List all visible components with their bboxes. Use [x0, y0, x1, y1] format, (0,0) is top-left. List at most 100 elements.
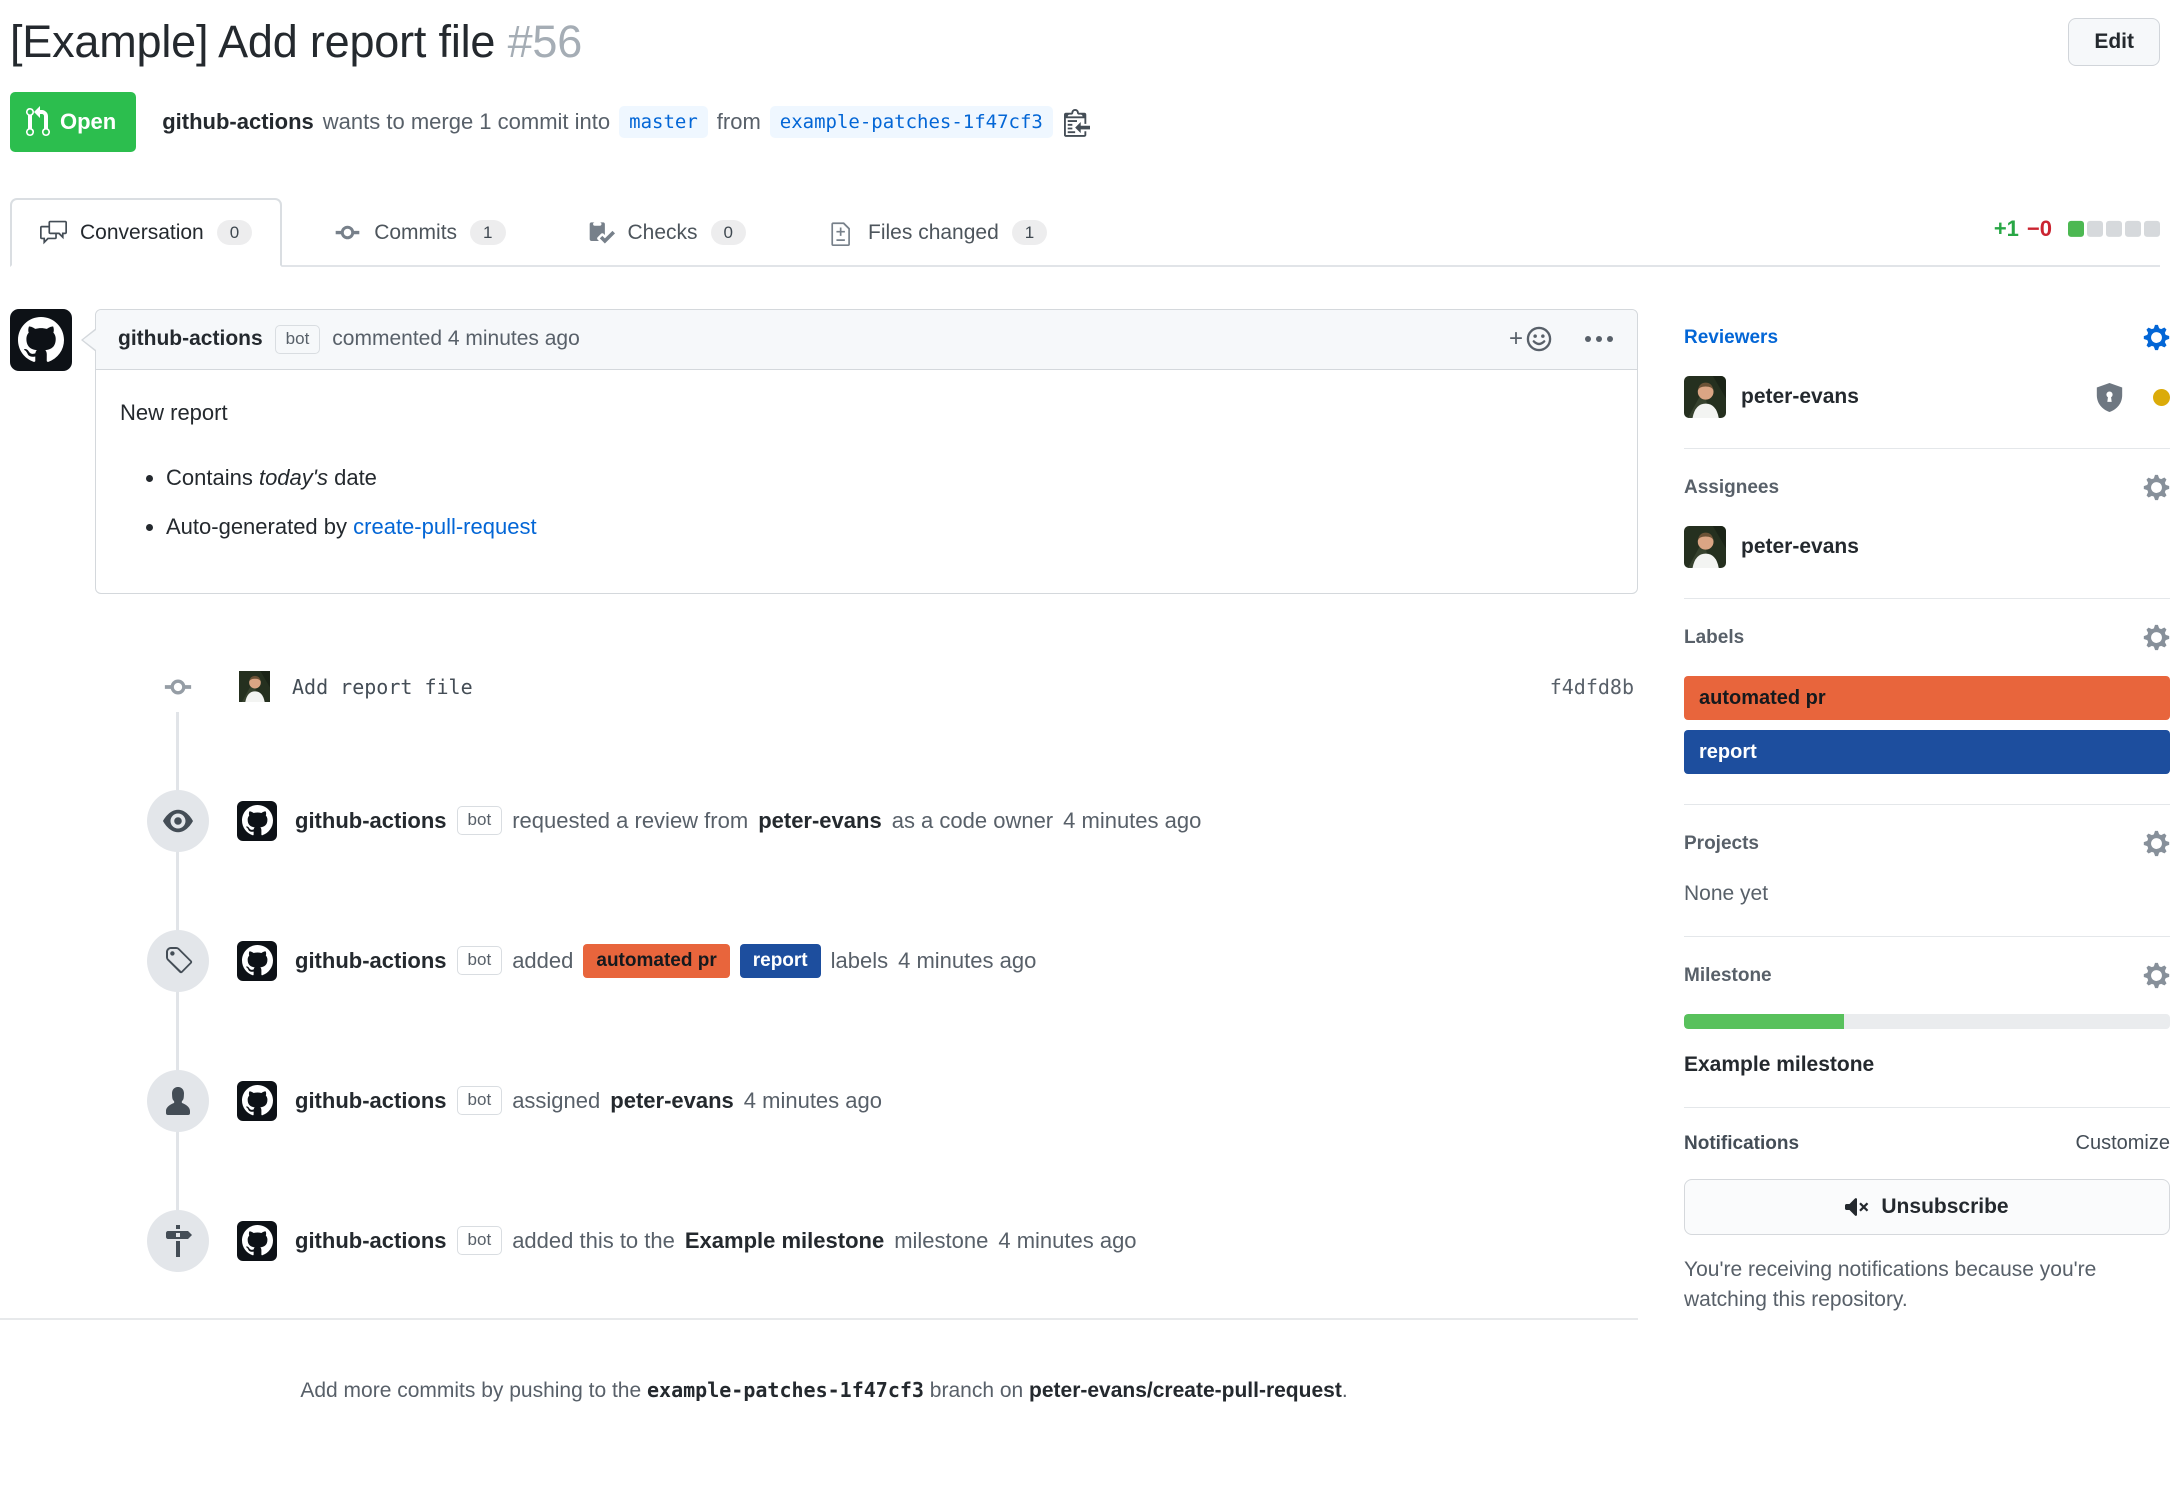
reviewers-heading: Reviewers: [1684, 327, 1778, 349]
event-milestone-added: github-actions bot added this to the Exa…: [10, 1210, 1638, 1272]
labels-heading: Labels: [1684, 627, 1744, 649]
kebab-menu-button[interactable]: [1583, 330, 1615, 348]
github-actions-avatar[interactable]: [10, 309, 72, 371]
event-assigned: github-actions bot assigned peter-evans …: [10, 1070, 1638, 1132]
assignee-avatar[interactable]: [1684, 526, 1726, 568]
tab-checks-count: 0: [711, 220, 746, 245]
pr-timeline: Add report file f4dfd8b github-actions b…: [10, 662, 1638, 1272]
copy-branch-icon[interactable]: [1064, 107, 1090, 137]
milestone-section: Milestone Example milestone: [1684, 937, 2170, 1108]
assignee-name[interactable]: peter-evans: [610, 1088, 734, 1114]
gear-icon[interactable]: [2143, 961, 2170, 990]
diff-additions: +1: [1994, 216, 2019, 242]
push-instructions: Add more commits by pushing to the examp…: [10, 1320, 1638, 1403]
pr-sidebar: Reviewers peter-evans Assignees pet: [1684, 309, 2170, 1402]
gear-icon[interactable]: [2143, 473, 2170, 502]
github-actions-avatar[interactable]: [237, 941, 277, 981]
merge-text-1: wants to merge 1 commit into: [323, 109, 610, 135]
edit-button[interactable]: Edit: [2068, 18, 2160, 66]
gear-icon[interactable]: [2143, 829, 2170, 858]
event-actor[interactable]: github-actions: [295, 1088, 447, 1114]
assignee-name[interactable]: peter-evans: [1741, 535, 1859, 559]
comment-bullets: Contains today's date Auto-generated by …: [120, 461, 1613, 543]
comment-body: New report Contains today's date Auto-ge…: [96, 370, 1637, 593]
pr-title-text: [Example] Add report file: [10, 16, 495, 67]
create-pull-request-link[interactable]: create-pull-request: [353, 514, 536, 539]
committer-avatar[interactable]: [234, 667, 274, 707]
labels-heading-row: Labels: [1684, 623, 2170, 652]
shield-icon: [2095, 381, 2124, 414]
conversation-icon: [40, 219, 67, 246]
tab-files-changed-label: Files changed: [868, 221, 999, 245]
tab-conversation-label: Conversation: [80, 221, 204, 245]
pr-description-comment: github-actions bot commented 4 minutes a…: [10, 309, 1638, 593]
customize-link[interactable]: Customize: [2076, 1132, 2170, 1155]
event-actor[interactable]: github-actions: [295, 948, 447, 974]
merge-text-2: from: [717, 109, 761, 135]
github-actions-avatar[interactable]: [237, 801, 277, 841]
person-icon: [147, 1070, 209, 1132]
event-time[interactable]: 4 minutes ago: [898, 948, 1036, 974]
tab-files-changed-count: 1: [1012, 220, 1047, 245]
event-time[interactable]: 4 minutes ago: [744, 1088, 882, 1114]
notifications-note: You're receiving notifications because y…: [1684, 1255, 2170, 1314]
reviewer-avatar[interactable]: [1684, 376, 1726, 418]
event-text: github-actions bot added automated pr re…: [295, 944, 1036, 978]
assignees-heading: Assignees: [1684, 477, 1779, 499]
reviewers-section: Reviewers peter-evans: [1684, 309, 2170, 449]
tab-files-changed[interactable]: Files changed 1: [798, 198, 1077, 267]
assignees-heading-row: Assignees: [1684, 473, 2170, 502]
projects-heading: Projects: [1684, 833, 1759, 855]
unsubscribe-button[interactable]: Unsubscribe: [1684, 1179, 2170, 1235]
label-report[interactable]: report: [1684, 730, 2170, 774]
assignees-section: Assignees peter-evans: [1684, 449, 2170, 599]
tab-checks[interactable]: Checks 0: [558, 198, 777, 267]
gear-icon[interactable]: [2143, 623, 2170, 652]
milestone-link[interactable]: Example milestone: [1684, 1053, 2170, 1077]
projects-heading-row: Projects: [1684, 829, 2170, 858]
event-actor[interactable]: github-actions: [295, 1228, 447, 1254]
milestone-progress-fill: [1684, 1014, 1844, 1029]
notifications-heading-row: Notifications Customize: [1684, 1132, 2170, 1155]
page-title: [Example] Add report file #56: [10, 14, 582, 70]
github-actions-avatar[interactable]: [237, 1081, 277, 1121]
reviewer-name[interactable]: peter-evans: [1741, 385, 1859, 409]
milestone-name-inline[interactable]: Example milestone: [685, 1228, 884, 1254]
open-status-badge: Open: [10, 92, 136, 152]
comment-action-text[interactable]: commented 4 minutes ago: [332, 327, 579, 351]
gear-icon[interactable]: [2143, 323, 2170, 352]
label-chip-report[interactable]: report: [740, 944, 821, 978]
event-time[interactable]: 4 minutes ago: [998, 1228, 1136, 1254]
label-automated-pr[interactable]: automated pr: [1684, 676, 2170, 720]
event-actor[interactable]: github-actions: [295, 808, 447, 834]
commit-message[interactable]: Add report file: [292, 675, 473, 699]
reviewer-row: peter-evans: [1684, 376, 2170, 418]
comment-author[interactable]: github-actions: [118, 327, 263, 351]
event-review-requested: github-actions bot requested a review fr…: [10, 790, 1638, 852]
diffstat[interactable]: +1 −0: [1994, 216, 2160, 242]
projects-section: Projects None yet: [1684, 805, 2170, 937]
bullet-today-date: Contains today's date: [166, 461, 1613, 494]
event-text: github-actions bot assigned peter-evans …: [295, 1086, 882, 1114]
tab-commits[interactable]: Commits 1: [304, 198, 535, 267]
pull-request-page: [Example] Add report file #56 Edit Open …: [0, 0, 2172, 1494]
commit-sha[interactable]: f4dfd8b: [1550, 675, 1634, 699]
tab-conversation[interactable]: Conversation 0: [10, 198, 282, 267]
add-reaction-button[interactable]: +: [1509, 325, 1553, 353]
labels-section: Labels automated pr report: [1684, 599, 2170, 805]
event-time[interactable]: 4 minutes ago: [1063, 808, 1201, 834]
head-branch-name: example-patches-1f47cf3: [647, 1378, 924, 1402]
bot-badge: bot: [457, 806, 503, 834]
head-branch-ref: example-patches-1f47cf3: [770, 106, 1053, 138]
assignee-row: peter-evans: [1684, 526, 2170, 568]
bullet-auto-generated: Auto-generated by create-pull-request: [166, 510, 1613, 543]
diff-deletions: −0: [2027, 216, 2052, 242]
checks-icon: [588, 219, 615, 246]
label-chip-automated-pr[interactable]: automated pr: [583, 944, 729, 978]
merge-author[interactable]: github-actions: [162, 109, 314, 135]
open-status-label: Open: [60, 109, 116, 135]
git-pull-request-icon: [26, 106, 50, 138]
github-actions-avatar[interactable]: [237, 1221, 277, 1261]
reviewer-name[interactable]: peter-evans: [758, 808, 882, 834]
event-text: github-actions bot added this to the Exa…: [295, 1226, 1137, 1254]
